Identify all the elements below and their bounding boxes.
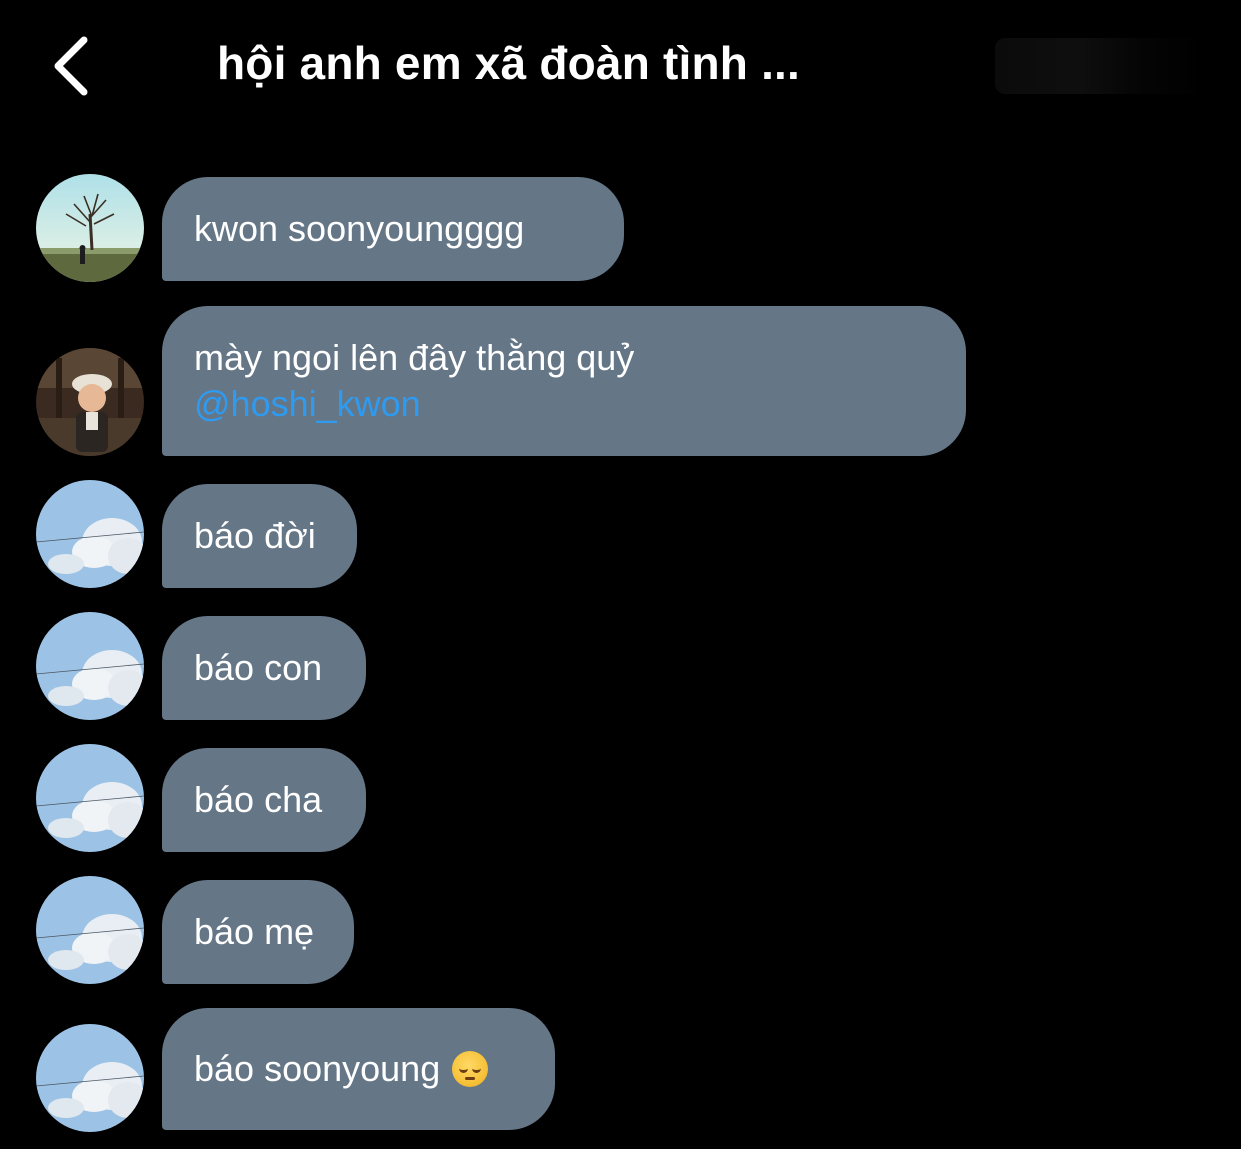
message-text: báo con (194, 647, 323, 688)
back-button[interactable] (40, 30, 100, 102)
child-cap-avatar[interactable] (36, 348, 144, 456)
user-mention-link[interactable]: @hoshi_kwon (194, 381, 934, 427)
message-bubble[interactable]: báo mẹ (162, 880, 354, 984)
message-text: kwon soonyoungggg (194, 208, 525, 249)
message-bubble[interactable]: báo cha (162, 748, 366, 852)
message-text: báo đời (194, 515, 316, 556)
group-avatar[interactable] (995, 38, 1205, 94)
message-text: mày ngoi lên đây thằng quỷ (194, 337, 635, 378)
message-bubble[interactable]: mày ngoi lên đây thằng quỷ @hoshi_kwon (162, 306, 966, 456)
cloud-sky-avatar[interactable] (36, 876, 144, 984)
message-text: báo soonyoung (194, 1048, 441, 1089)
pensive-face-icon (452, 1051, 489, 1087)
message-bubble[interactable]: báo con (162, 616, 366, 720)
cloud-sky-avatar[interactable] (36, 1024, 144, 1132)
tree-field-avatar[interactable] (36, 174, 144, 282)
chat-screen: hội anh em xã đoàn tình ... kwon soonyou… (0, 0, 1241, 1149)
cloud-sky-avatar[interactable] (36, 612, 144, 720)
message-text: báo cha (194, 779, 323, 820)
message-text: báo mẹ (194, 911, 315, 952)
chat-header: hội anh em xã đoàn tình ... (0, 0, 1241, 135)
chevron-left-icon (54, 36, 88, 96)
chat-title[interactable]: hội anh em xã đoàn tình ... (217, 36, 800, 90)
cloud-sky-avatar[interactable] (36, 744, 144, 852)
cloud-sky-avatar[interactable] (36, 480, 144, 588)
message-bubble[interactable]: báo đời (162, 484, 357, 588)
message-bubble[interactable]: báo soonyoung (162, 1008, 555, 1130)
message-bubble[interactable]: kwon soonyoungggg (162, 177, 624, 281)
